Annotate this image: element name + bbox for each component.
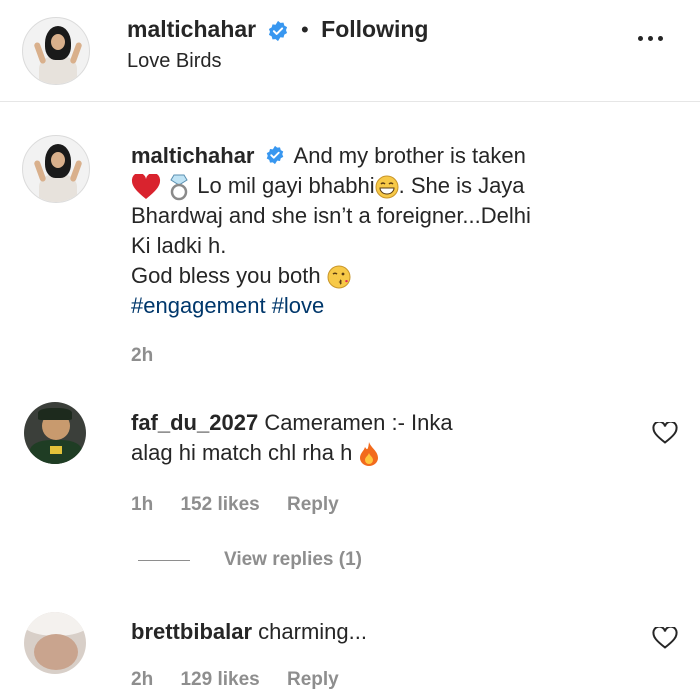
comment-time: 1h <box>131 494 154 515</box>
grin-emoji-icon <box>375 175 399 199</box>
comment-likes[interactable]: 129 likes <box>180 669 259 690</box>
like-heart-icon[interactable] <box>652 422 678 444</box>
comment-body-brett: brettbibalar charming... <box>131 617 631 647</box>
comment-username-faf[interactable]: faf_du_2027 <box>131 410 258 435</box>
like-heart-icon[interactable] <box>652 627 678 649</box>
caption-block: maltichahar And my brother is taken Lo m… <box>131 141 671 321</box>
caption-time: 2h <box>131 345 154 366</box>
caption-line-1: And my brother is taken <box>293 143 526 168</box>
owner-avatar[interactable] <box>22 17 90 85</box>
caption-avatar[interactable] <box>22 135 90 203</box>
comment-avatar-brett[interactable] <box>24 612 86 674</box>
owner-username[interactable]: maltichahar <box>127 16 256 42</box>
location-link[interactable]: Love Birds <box>127 50 222 73</box>
verified-icon <box>268 20 287 41</box>
comment-text-line-2: alag hi match chl rha h <box>131 440 353 465</box>
hashtag-love[interactable]: #love <box>272 293 325 318</box>
kiss-emoji-icon <box>327 265 351 289</box>
ring-emoji-icon <box>170 174 188 201</box>
comment-time: 2h <box>131 669 154 690</box>
more-options-icon[interactable] <box>638 36 664 44</box>
comment-body-faf: faf_du_2027 Cameramen :- Inka alag hi ma… <box>131 408 631 468</box>
comment-avatar-faf[interactable] <box>24 402 86 464</box>
separator-dot: • <box>301 17 309 42</box>
comment-username-brett[interactable]: brettbibalar <box>131 619 252 644</box>
comment-text-line-1: charming... <box>258 619 367 644</box>
heart-emoji-icon <box>131 174 161 200</box>
comment-text-line-1: Cameramen :- Inka <box>264 410 453 435</box>
comment-meta-faf: 1h 152 likes Reply <box>131 494 361 516</box>
reply-button[interactable]: Reply <box>287 494 339 515</box>
hashtag-engagement[interactable]: #engagement <box>131 293 266 318</box>
reply-button[interactable]: Reply <box>287 669 339 690</box>
following-button[interactable]: Following <box>321 16 428 42</box>
fire-emoji-icon <box>360 442 379 467</box>
view-replies-divider <box>138 560 190 561</box>
verified-icon <box>266 146 283 165</box>
caption-line-2: Lo mil gayi bhabhi <box>197 173 375 198</box>
caption-line-5: God bless you both <box>131 263 321 289</box>
comment-likes[interactable]: 152 likes <box>180 494 259 515</box>
view-replies-button[interactable]: View replies (1) <box>224 549 362 571</box>
caption-line-4: Ki ladki h. <box>131 233 227 259</box>
caption-line-2-after: . She is Jaya <box>398 173 525 198</box>
comment-meta-brett: 2h 129 likes Reply <box>131 669 361 691</box>
caption-username[interactable]: maltichahar <box>131 143 255 168</box>
post-header: maltichahar • Following Love Birds <box>0 0 700 102</box>
caption-line-3: Bhardwaj and she isn’t a foreigner...Del… <box>131 203 531 229</box>
